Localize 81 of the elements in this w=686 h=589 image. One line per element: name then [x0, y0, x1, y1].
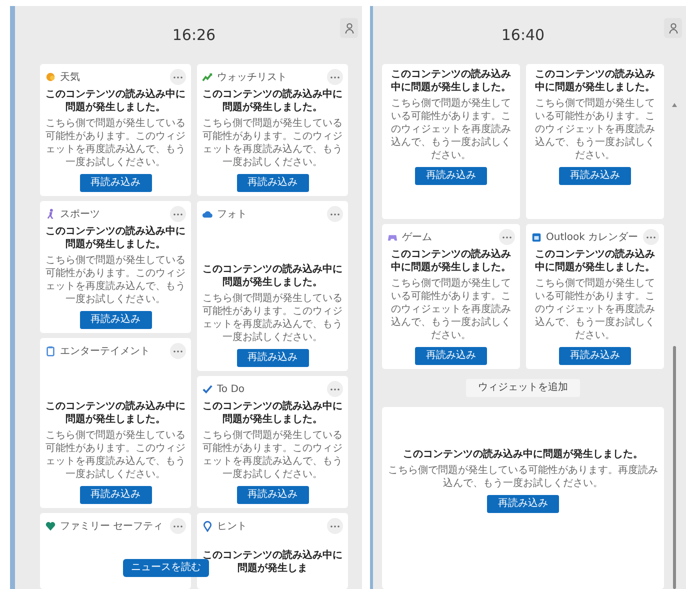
reload-button[interactable]: 再読み込み: [559, 347, 631, 365]
heart-icon: [45, 520, 56, 532]
reload-button[interactable]: 再読み込み: [236, 349, 308, 367]
scroll-up-icon[interactable]: [672, 102, 677, 107]
error-detail: こちら側で問題が発生している可能性があります。このウィジェットを再度読み込んで、もう一度お試しください。: [45, 254, 186, 306]
profile-button[interactable]: [664, 18, 682, 38]
error-message: このコンテンツの読み込み中に問題が発生しました。: [45, 88, 186, 114]
chart-icon: [202, 71, 213, 83]
widget-title: ウォッチリスト: [217, 70, 287, 84]
person-icon: [668, 22, 678, 34]
error-message: このコンテンツの読み込み中に問題が発生しました。: [202, 88, 343, 114]
widget-title: Outlook カレンダー: [546, 230, 638, 244]
widget-title: フォト: [217, 208, 247, 220]
widget-title: ファミリー セーフティ: [60, 520, 164, 532]
reload-button[interactable]: 再読み込み: [80, 311, 152, 329]
widget-title: 天気: [60, 70, 80, 84]
reload-button[interactable]: 再読み込み: [415, 167, 487, 185]
reload-button[interactable]: 再読み込み: [80, 174, 152, 192]
clipboard-icon: [45, 345, 56, 357]
ellipsis-icon: [502, 236, 512, 238]
error-detail: こちら側で問題が発生している可能性があります。このウィジェットを再度読み込んで、もう一度お試しください。: [390, 277, 512, 342]
ellipsis-icon: [330, 524, 340, 528]
more-options-button[interactable]: [170, 69, 186, 85]
error-message: このコンテンツの読み込み中に問題が発生しました。: [45, 225, 186, 251]
more-options-button[interactable]: [170, 518, 186, 534]
reload-button[interactable]: 再読み込み: [236, 174, 308, 192]
more-options-button[interactable]: [170, 343, 186, 359]
reload-button[interactable]: 再読み込み: [487, 494, 559, 512]
figure-icon: [45, 208, 56, 220]
calendar-icon: [531, 231, 542, 243]
error-detail: こちら側で問題が発生している可能性があります。このウィジェットを再度読み込んで、もう一度お試しください。: [45, 117, 186, 169]
clock-time: 16:26: [172, 24, 216, 46]
more-options-button[interactable]: [327, 518, 343, 534]
read-news-button[interactable]: ニュースを読む: [123, 559, 209, 577]
error-message: このコンテンツの読み込み中に問題が発生しました。: [534, 68, 656, 94]
more-options-button[interactable]: [327, 69, 343, 85]
ellipsis-icon: [646, 236, 656, 238]
widget-title: エンターテイメント: [60, 344, 150, 358]
ellipsis-icon: [173, 76, 183, 78]
scrollbar-thumb[interactable]: [673, 346, 676, 589]
reload-button[interactable]: 再読み込み: [559, 167, 631, 185]
error-detail: こちら側で問題が発生している可能性があります。このウィジェットを再度読み込んで、もう一度お試しください。: [45, 429, 186, 481]
clock-time: 16:40: [501, 24, 545, 46]
widget-title: ヒント: [217, 520, 247, 532]
error-detail: こちら側で問題が発生している可能性があります。このウィジェットを再度読み込んで、もう一度お試しください。: [390, 97, 512, 162]
ellipsis-icon: [330, 76, 340, 78]
error-message: このコンテンツの読み込み中に問題が発生しました。: [403, 448, 643, 460]
error-detail: こちら側で問題が発生している可能性があります。このウィジェットを再度読み込んで、もう一度お試しください。: [534, 277, 656, 342]
add-widget-button[interactable]: ウィジェットを追加: [466, 379, 580, 397]
ellipsis-icon: [330, 212, 340, 216]
error-message: このコンテンツの読み込み中に問題が発生しました。: [202, 263, 343, 289]
person-icon: [344, 22, 354, 34]
more-options-button[interactable]: [499, 229, 515, 245]
check-icon: [202, 383, 213, 395]
reload-button[interactable]: 再読み込み: [80, 486, 152, 504]
error-detail: こちら側で問題が発生している可能性があります。このウィジェットを再度読み込んで、もう一度お試しください。: [534, 97, 656, 162]
error-message: このコンテンツの読み込み中に問題が発生しました。: [534, 248, 656, 274]
profile-button[interactable]: [340, 18, 358, 38]
widget-title: ゲーム: [402, 230, 432, 244]
reload-button[interactable]: 再読み込み: [415, 347, 487, 365]
error-detail: こちら側で問題が発生している可能性があります。このウィジェットを再度読み込んで、もう一度お試しください。: [202, 429, 343, 481]
error-detail: こちら側で問題が発生している可能性があります。このウィジェットを再度読み込んで、もう一度お試しください。: [202, 292, 343, 344]
more-options-button[interactable]: [170, 206, 186, 222]
widget-title: スポーツ: [60, 208, 100, 220]
sun-icon: [45, 71, 56, 83]
error-message: このコンテンツの読み込み中に問題が発生しました。: [390, 248, 512, 274]
reload-button[interactable]: 再読み込み: [236, 486, 308, 504]
error-detail: こちら側で問題が発生している可能性があります。再度読み込んで、もう一度お試しください。: [387, 464, 659, 490]
more-options-button[interactable]: [327, 206, 343, 222]
more-options-button[interactable]: [327, 381, 343, 397]
error-message: このコンテンツの読み込み中に問題が発生しました。: [45, 400, 186, 426]
error-message: このコンテンツの読み込み中に問題が発生しました。: [390, 68, 512, 94]
ellipsis-icon: [173, 524, 183, 528]
ellipsis-icon: [330, 388, 340, 390]
more-options-button[interactable]: [643, 229, 659, 245]
widget-title: To Do: [217, 382, 245, 396]
ellipsis-icon: [173, 212, 183, 216]
ellipsis-icon: [173, 350, 183, 352]
pin-icon: [202, 520, 213, 532]
error-detail: こちら側で問題が発生している可能性があります。このウィジェットを再度読み込んで、もう一度お試しください。: [202, 117, 343, 169]
error-message: このコンテンツの読み込み中に問題が発生しました。: [202, 400, 343, 426]
